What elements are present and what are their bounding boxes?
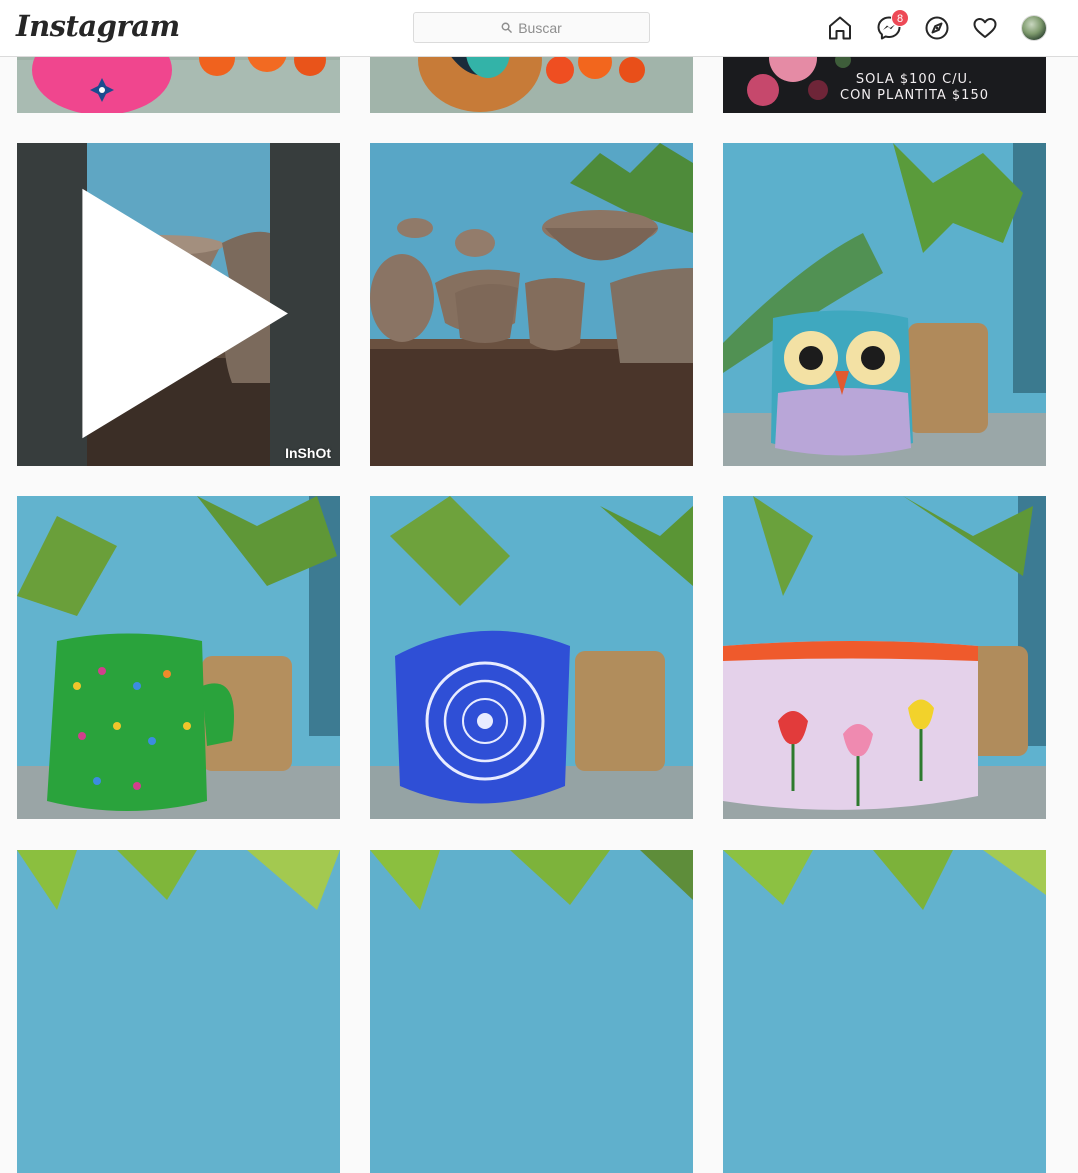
video-post-tile[interactable]: InShOt <box>17 143 340 466</box>
post-image <box>370 143 693 466</box>
post-tile[interactable] <box>723 496 1046 819</box>
search-icon <box>501 22 513 33</box>
post-tile[interactable] <box>17 850 340 1173</box>
post-image <box>723 143 1046 466</box>
activity-heart-icon[interactable] <box>972 15 998 41</box>
home-icon[interactable] <box>827 15 853 41</box>
post-tile[interactable] <box>723 143 1046 466</box>
post-image <box>370 496 693 819</box>
post-tile[interactable] <box>370 850 693 1173</box>
post-tile[interactable] <box>370 143 693 466</box>
post-tile[interactable] <box>17 496 340 819</box>
post-image <box>17 850 340 1173</box>
messages-badge: 8 <box>891 9 909 27</box>
post-tile[interactable] <box>370 496 693 819</box>
post-image <box>723 850 1046 1173</box>
instagram-logo[interactable]: Instagram <box>16 9 180 43</box>
promo-price-text: SOLA $100 C/U. <box>855 72 974 87</box>
inshot-watermark: InShOt <box>285 445 331 461</box>
post-image <box>370 850 693 1173</box>
search-input[interactable]: Buscar <box>413 12 650 43</box>
search-placeholder: Buscar <box>518 19 562 36</box>
post-image <box>723 496 1046 819</box>
post-tile[interactable] <box>723 850 1046 1173</box>
promo-price-text: CON PLANTITA $150 <box>840 88 989 103</box>
explore-icon[interactable] <box>924 15 950 41</box>
profile-avatar[interactable] <box>1022 16 1046 40</box>
video-play-icon <box>82 188 288 439</box>
post-image <box>17 496 340 819</box>
top-navigation-bar: Instagram Buscar 8 <box>0 0 1078 57</box>
